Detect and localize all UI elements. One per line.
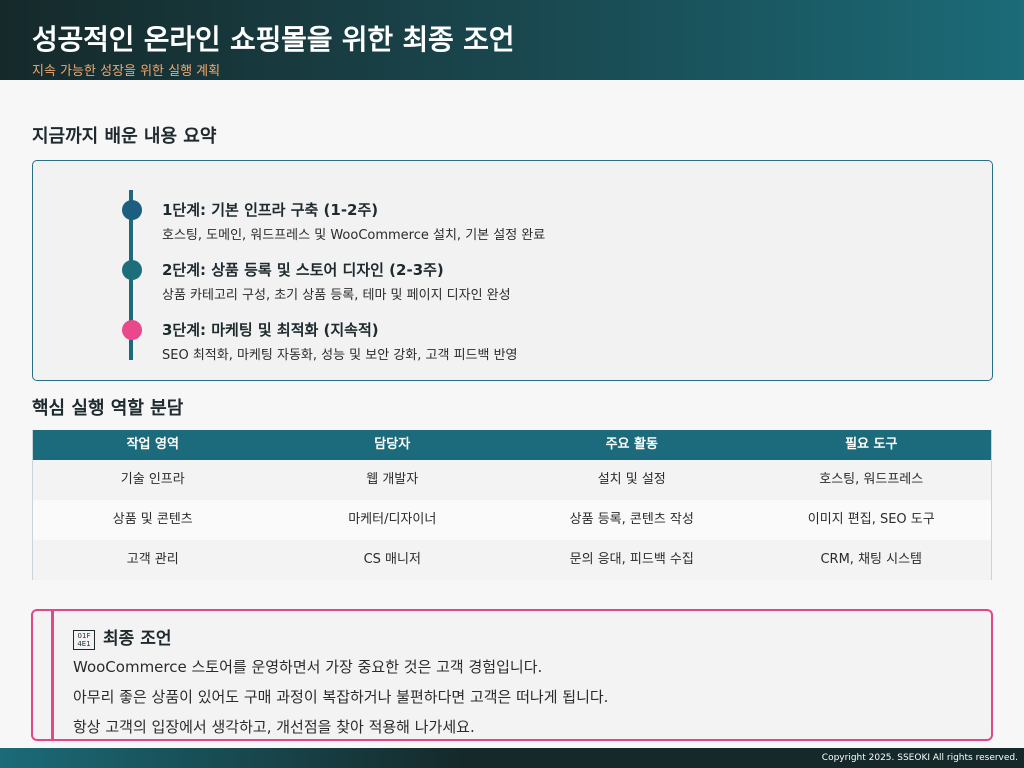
timeline-step-1: 1단계: 기본 인프라 구축 (1-2주) 호스팅, 도메인, 워드프레스 및 … (122, 200, 922, 250)
table-row: 기술 인프라 웹 개발자 설치 및 설정 호스팅, 워드프레스 (33, 460, 991, 500)
column-header: 담당자 (374, 437, 411, 452)
column-header: 주요 활동 (605, 437, 658, 452)
column-header: 작업 영역 (126, 437, 179, 452)
roles-heading: 핵심 실행 역할 분담 (32, 398, 184, 419)
page-title: 성공적인 온라인 쇼핑몰을 위한 최종 조언 (32, 23, 515, 56)
advice-title: 최종 조언 (103, 629, 172, 649)
table-row: 상품 및 콘텐츠 마케터/디자이너 상품 등록, 콘텐츠 작성 이미지 편집, … (33, 500, 991, 540)
step-marker-icon (122, 260, 142, 280)
table-cell: 상품 및 콘텐츠 (112, 512, 193, 527)
table-cell: CS 매니저 (363, 552, 421, 567)
column-header: 필요 도구 (845, 437, 898, 452)
page-header: 성공적인 온라인 쇼핑몰을 위한 최종 조언 지속 가능한 성장을 위한 실행 … (0, 0, 1024, 80)
copyright-text: Copyright 2025. SSEOKI All rights reserv… (821, 753, 1018, 763)
advice-panel: 01F 4E1 최종 조언 WooCommerce 스토어를 운영하면서 가장 중요… (31, 609, 993, 741)
page-subtitle: 지속 가능한 성장을 위한 실행 계획 (32, 64, 221, 79)
missing-glyph-icon: 01F 4E1 (73, 630, 95, 650)
step-marker-icon (122, 200, 142, 220)
table-cell: 기술 인프라 (120, 472, 185, 487)
table-cell: 설치 및 설정 (597, 472, 666, 487)
page-footer: Copyright 2025. SSEOKI All rights reserv… (0, 748, 1024, 768)
step-title: 3단계: 마케팅 및 최적화 (지속적) (162, 321, 379, 339)
advice-heading: 01F 4E1 최종 조언 (73, 624, 171, 650)
summary-heading: 지금까지 배운 내용 요약 (32, 126, 217, 147)
table-cell: 마케터/디자이너 (348, 512, 437, 527)
roles-table: 작업 영역 담당자 주요 활동 필요 도구 기술 인프라 웹 개발자 설치 및 … (32, 430, 992, 580)
step-description: SEO 최적화, 마케팅 자동화, 성능 및 보안 강화, 고객 피드백 반영 (162, 348, 518, 363)
table-cell: 이미지 편집, SEO 도구 (807, 512, 935, 527)
timeline-step-3: 3단계: 마케팅 및 최적화 (지속적) SEO 최적화, 마케팅 자동화, 성… (122, 320, 922, 370)
advice-accent-bar (51, 611, 54, 739)
step-description: 상품 카테고리 구성, 초기 상품 등록, 테마 및 페이지 디자인 완성 (162, 288, 511, 303)
advice-line: 아무리 좋은 상품이 있어도 구매 과정이 복잡하거나 불편하다면 고객은 떠나… (73, 688, 609, 706)
timeline-step-2: 2단계: 상품 등록 및 스토어 디자인 (2-3주) 상품 카테고리 구성, … (122, 260, 922, 310)
table-cell: 웹 개발자 (366, 472, 419, 487)
table-cell: 호스팅, 워드프레스 (819, 472, 924, 487)
step-description: 호스팅, 도메인, 워드프레스 및 WooCommerce 설치, 기본 설정 … (162, 228, 546, 243)
step-title: 2단계: 상품 등록 및 스토어 디자인 (2-3주) (162, 261, 444, 279)
advice-line: WooCommerce 스토어를 운영하면서 가장 중요한 것은 고객 경험입니… (73, 658, 543, 676)
step-marker-icon (122, 320, 142, 340)
table-cell: 상품 등록, 콘텐츠 작성 (569, 512, 694, 527)
table-header-row: 작업 영역 담당자 주요 활동 필요 도구 (33, 430, 991, 460)
table-row: 고객 관리 CS 매니저 문의 응대, 피드백 수집 CRM, 채팅 시스템 (33, 540, 991, 580)
table-cell: 문의 응대, 피드백 수집 (569, 552, 694, 567)
advice-line: 항상 고객의 입장에서 생각하고, 개선점을 찾아 적용해 나가세요. (73, 718, 475, 736)
step-title: 1단계: 기본 인프라 구축 (1-2주) (162, 201, 379, 219)
table-cell: 고객 관리 (126, 552, 179, 567)
table-cell: CRM, 채팅 시스템 (820, 552, 923, 567)
